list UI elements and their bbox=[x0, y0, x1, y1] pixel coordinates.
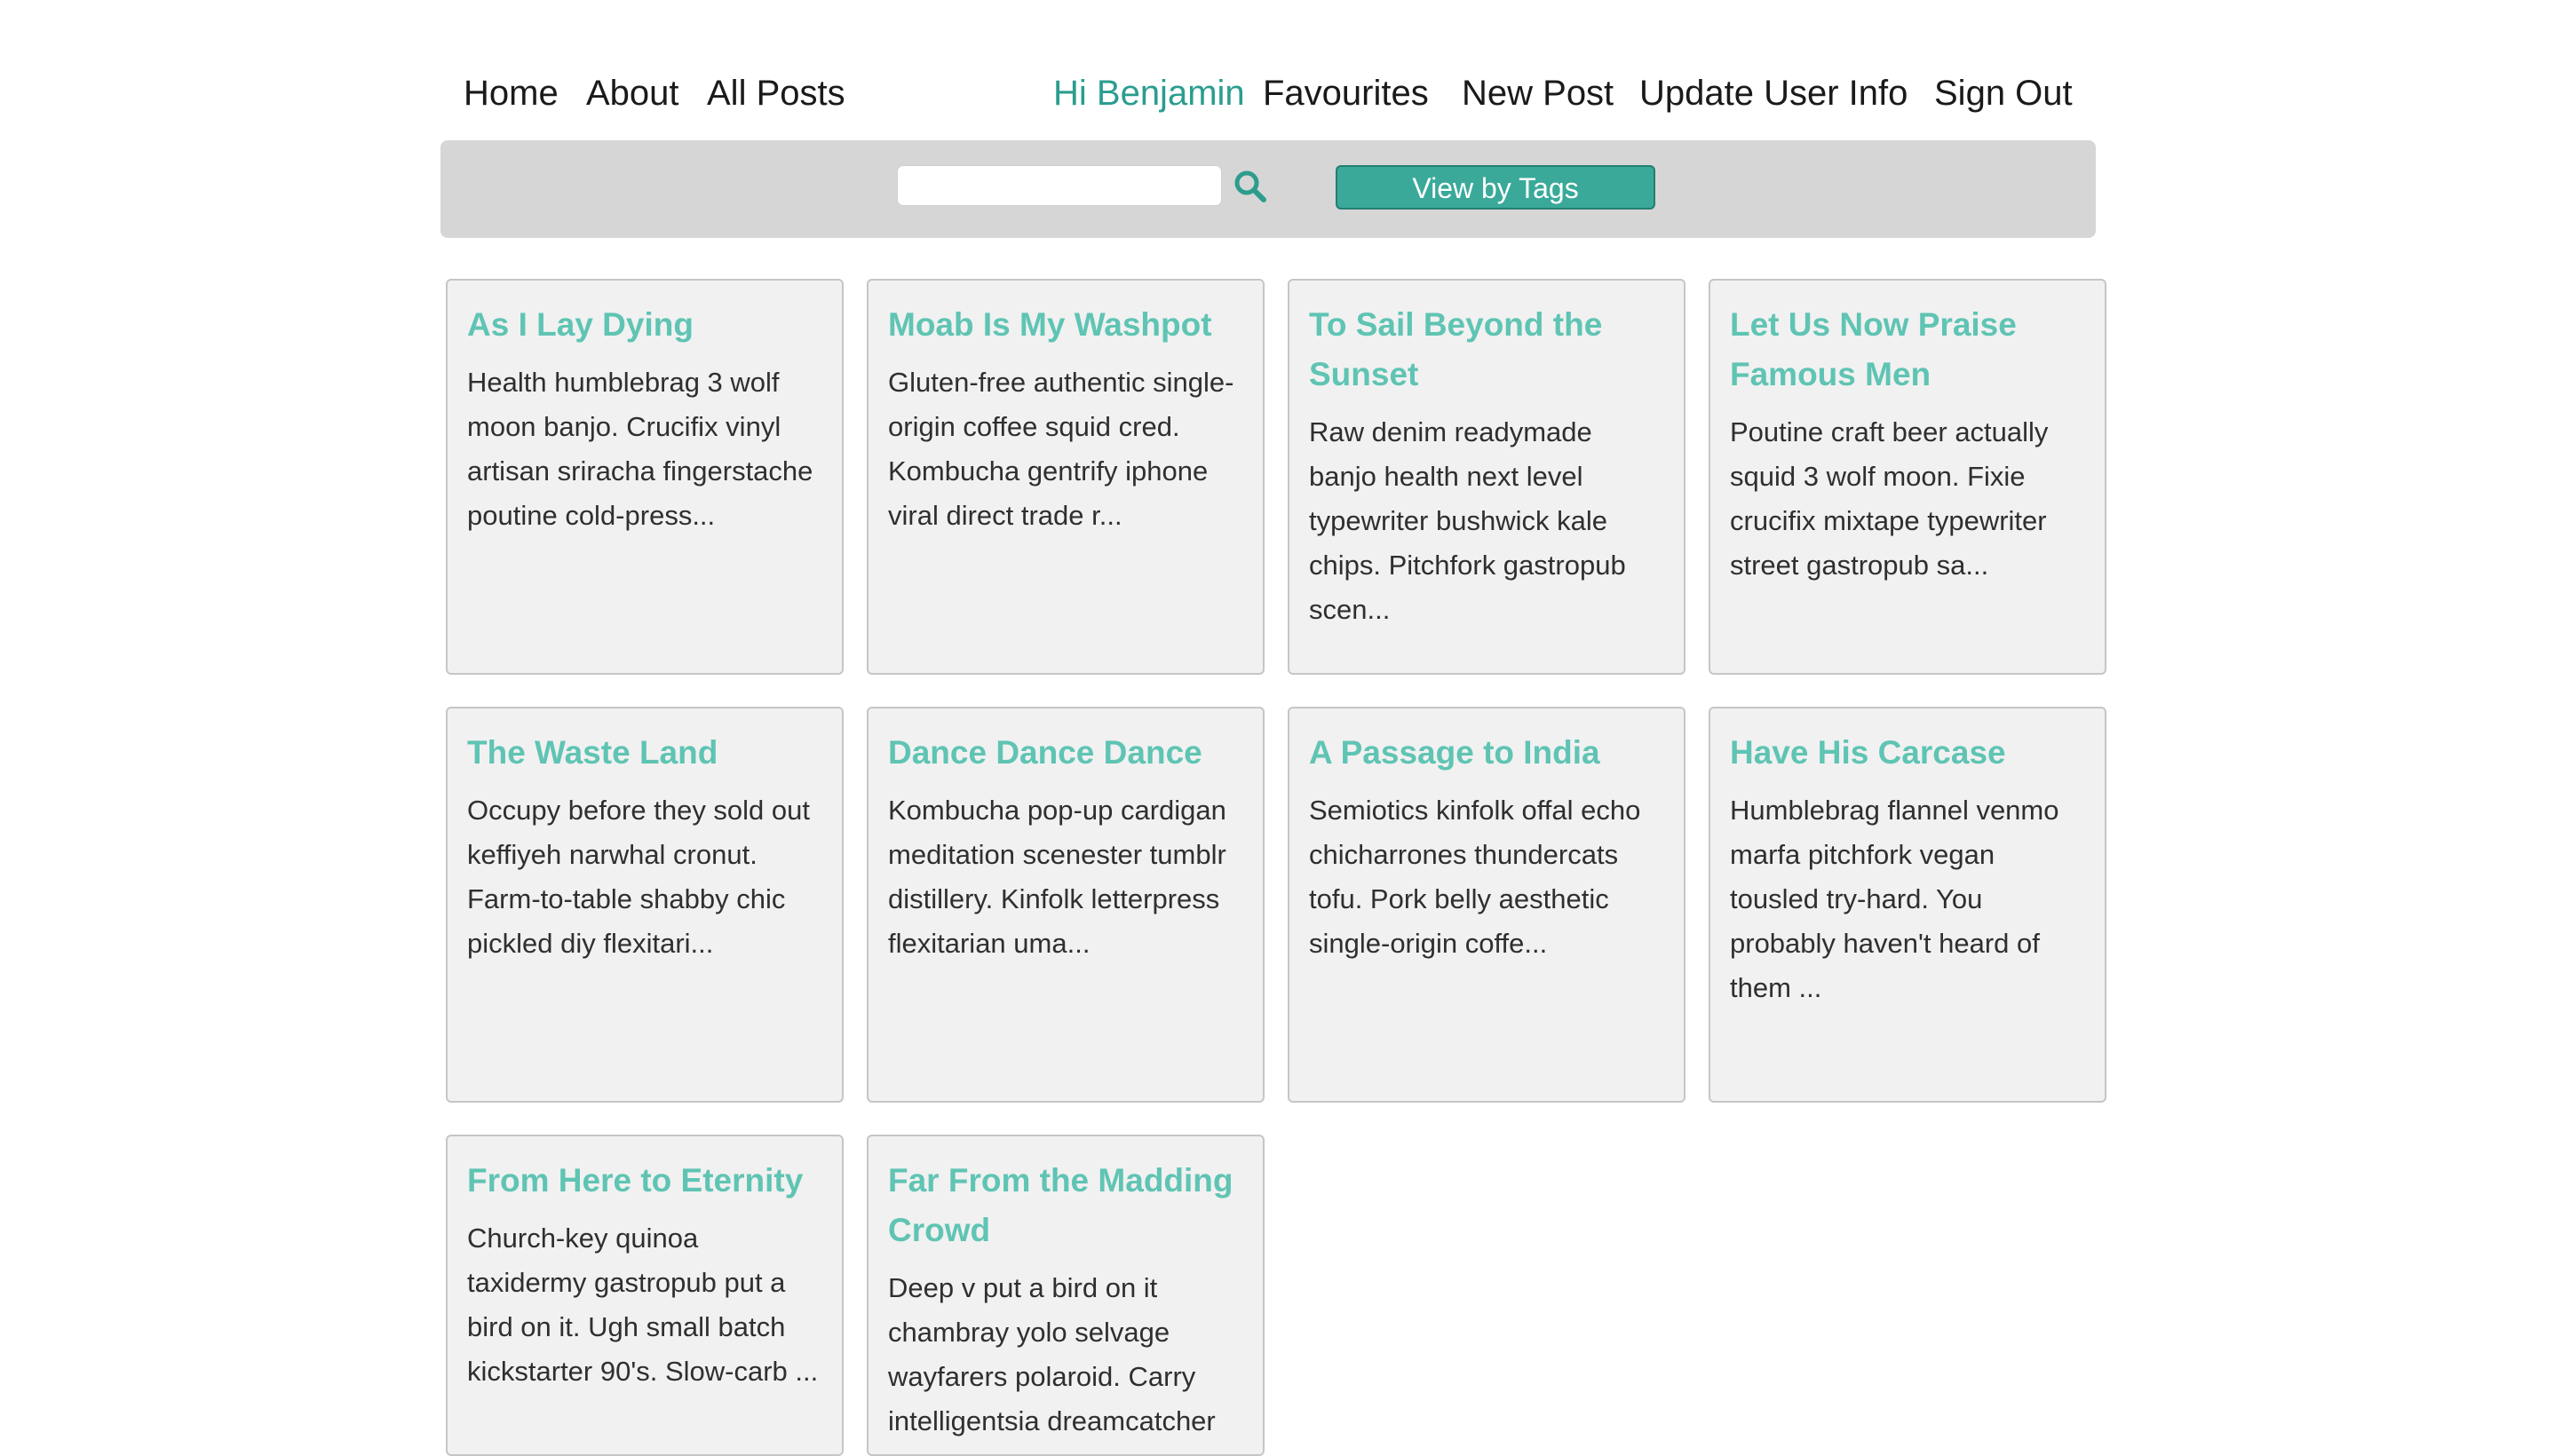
search-input[interactable] bbox=[897, 165, 1222, 206]
post-title[interactable]: Moab Is My Washpot bbox=[888, 300, 1243, 350]
post-title[interactable]: From Here to Eternity bbox=[467, 1156, 822, 1206]
nav-sign-out-link[interactable]: Sign Out bbox=[1934, 62, 2073, 124]
post-title[interactable]: Let Us Now Praise Famous Men bbox=[1730, 300, 2085, 400]
post-excerpt: Deep v put a bird on it chambray yolo se… bbox=[888, 1272, 1216, 1436]
view-by-tags-button[interactable]: View by Tags bbox=[1336, 165, 1655, 210]
post-excerpt: Gluten-free authentic single-origin coff… bbox=[888, 367, 1234, 531]
post-excerpt: Health humblebrag 3 wolf moon banjo. Cru… bbox=[467, 367, 813, 531]
top-nav: Home About All Posts Hi Benjamin Favouri… bbox=[440, 62, 2110, 124]
page: Home About All Posts Hi Benjamin Favouri… bbox=[0, 0, 2554, 1456]
post-card[interactable]: Let Us Now Praise Famous Men Poutine cra… bbox=[1709, 279, 2106, 675]
nav-update-user-info-link[interactable]: Update User Info bbox=[1639, 62, 1908, 124]
post-card[interactable]: To Sail Beyond the Sunset Raw denim read… bbox=[1288, 279, 1685, 675]
post-card[interactable]: Far From the Madding Crowd Deep v put a … bbox=[867, 1135, 1265, 1456]
post-card[interactable]: As I Lay Dying Health humblebrag 3 wolf … bbox=[446, 279, 844, 675]
post-title[interactable]: The Waste Land bbox=[467, 728, 822, 778]
post-card[interactable]: From Here to Eternity Church-key quinoa … bbox=[446, 1135, 844, 1456]
search-icon[interactable] bbox=[1233, 169, 1268, 204]
post-excerpt: Poutine craft beer actually squid 3 wolf… bbox=[1730, 416, 2049, 581]
nav-all-posts-link[interactable]: All Posts bbox=[707, 62, 845, 124]
search-bar: View by Tags bbox=[440, 140, 2096, 238]
post-title[interactable]: A Passage to India bbox=[1309, 728, 1664, 778]
post-title[interactable]: Dance Dance Dance bbox=[888, 728, 1243, 778]
nav-about-link[interactable]: About bbox=[586, 62, 679, 124]
post-card[interactable]: Have His Carcase Humblebrag flannel venm… bbox=[1709, 707, 2106, 1103]
post-excerpt: Semiotics kinfolk offal echo chicharrone… bbox=[1309, 795, 1641, 959]
post-title[interactable]: To Sail Beyond the Sunset bbox=[1309, 300, 1664, 400]
post-card[interactable]: The Waste Land Occupy before they sold o… bbox=[446, 707, 844, 1103]
post-excerpt: Kombucha pop-up cardigan meditation scen… bbox=[888, 795, 1226, 959]
post-title[interactable]: Far From the Madding Crowd bbox=[888, 1156, 1243, 1255]
user-greeting: Hi Benjamin bbox=[1053, 74, 1245, 113]
nav-home-link[interactable]: Home bbox=[464, 62, 559, 124]
post-card[interactable]: Dance Dance Dance Kombucha pop-up cardig… bbox=[867, 707, 1265, 1103]
post-excerpt: Occupy before they sold out keffiyeh nar… bbox=[467, 795, 811, 959]
post-excerpt: Humblebrag flannel venmo marfa pitchfork… bbox=[1730, 795, 2059, 1003]
nav-favourites-link[interactable]: Favourites bbox=[1263, 62, 1429, 124]
post-excerpt: Raw denim readymade banjo health next le… bbox=[1309, 416, 1626, 625]
post-card[interactable]: A Passage to India Semiotics kinfolk off… bbox=[1288, 707, 1685, 1103]
post-excerpt: Church-key quinoa taxidermy gastropub pu… bbox=[467, 1223, 819, 1387]
nav-new-post-link[interactable]: New Post bbox=[1462, 62, 1614, 124]
post-title[interactable]: Have His Carcase bbox=[1730, 728, 2085, 778]
post-title[interactable]: As I Lay Dying bbox=[467, 300, 822, 350]
post-card[interactable]: Moab Is My Washpot Gluten-free authentic… bbox=[867, 279, 1265, 675]
